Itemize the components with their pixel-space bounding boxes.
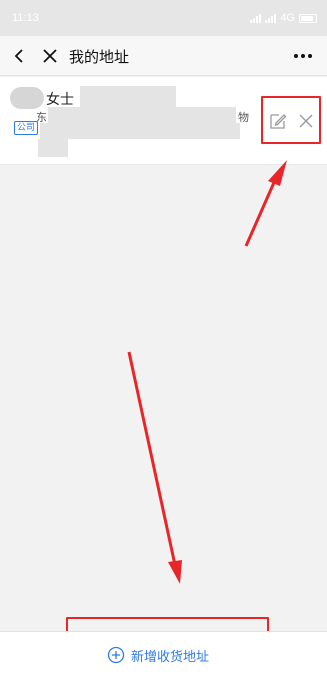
highlight-edit-delete [261, 96, 321, 144]
status-time: 11:13 [12, 12, 39, 24]
address-redacted-3 [38, 139, 68, 157]
network-type: 4G [280, 12, 295, 24]
page-title: 我的地址 [69, 48, 130, 66]
close-button[interactable] [40, 46, 60, 66]
address-tag: 公司 [14, 121, 39, 135]
back-button[interactable] [10, 46, 30, 66]
back-icon [14, 49, 23, 63]
signal-icon [250, 13, 262, 23]
address-redacted-2 [40, 123, 240, 139]
close-icon [43, 49, 57, 63]
arrow-to-edit-delete [244, 160, 287, 247]
battery-icon [299, 13, 317, 23]
signal-icon-2 [265, 13, 277, 23]
phone-redacted [80, 86, 176, 108]
status-indicators: 4G [250, 12, 317, 24]
status-bar: 11:13 4G [0, 0, 327, 36]
add-address-button[interactable]: 新增收货地址 [107, 644, 209, 666]
arrow-to-add-address [127, 351, 182, 584]
avatar-redacted [10, 87, 44, 109]
more-button[interactable] [291, 46, 315, 66]
recipient-name: 女士 [46, 92, 74, 108]
plus-circle-icon [107, 646, 125, 664]
more-icon [294, 54, 312, 58]
add-address-label: 新增收货地址 [131, 649, 210, 665]
nav-bar: 我的地址 [0, 36, 327, 76]
